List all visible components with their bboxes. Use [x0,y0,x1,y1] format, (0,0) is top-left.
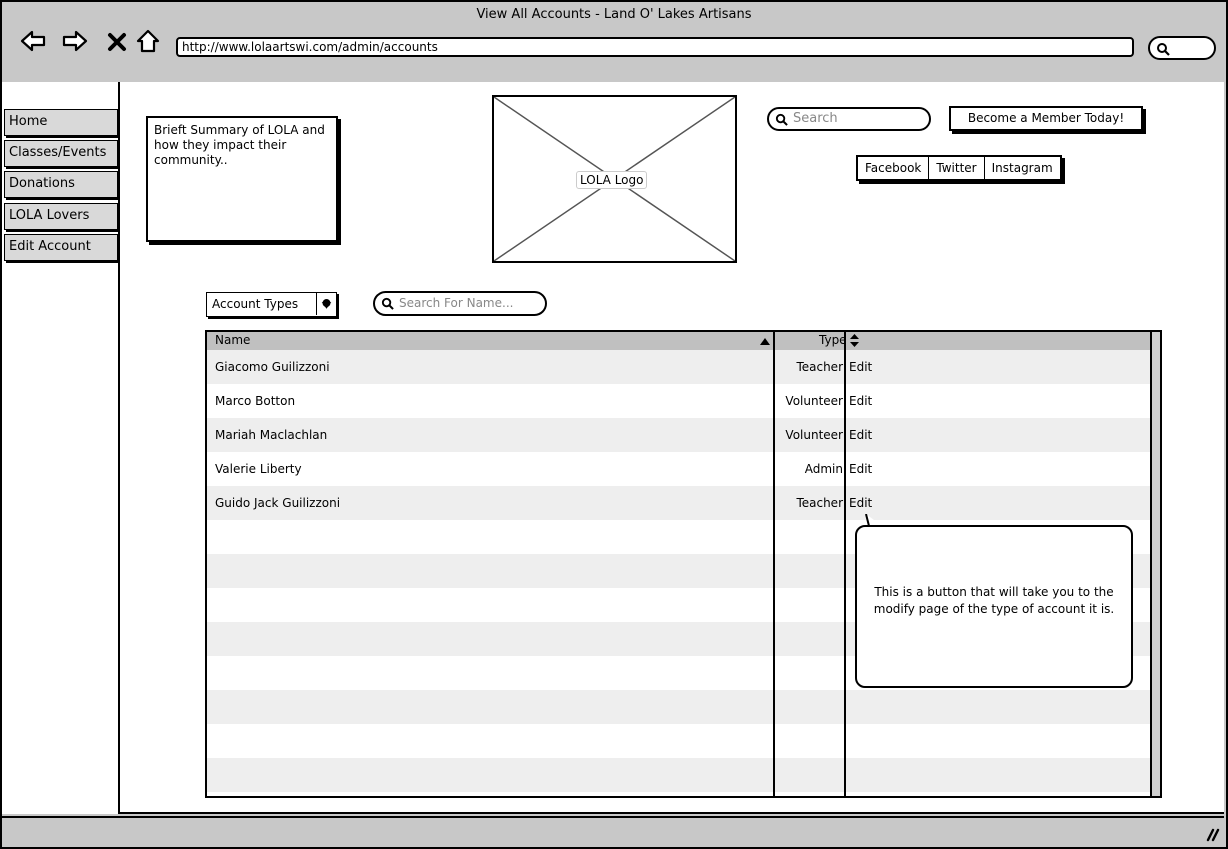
name-search-placeholder: Search For Name... [399,296,514,310]
twitter-button[interactable]: Twitter [929,157,985,179]
account-type: Teacher [796,360,843,374]
stop-icon[interactable] [106,28,128,54]
account-type: Teacher [796,496,843,510]
annotation-callout: This is a button that will take you to t… [855,525,1133,688]
column-divider [844,332,846,796]
home-icon[interactable] [135,28,161,54]
sidebar-item-classes-events[interactable]: Classes/Events [4,140,118,167]
account-name: Valerie Liberty [215,462,302,476]
social-links: Facebook Twitter Instagram [856,155,1062,181]
edit-button[interactable]: Edit [849,452,872,486]
browser-search-button[interactable] [1148,36,1216,60]
become-member-button[interactable]: Become a Member Today! [949,106,1143,131]
callout-text: This is a button that will take you to t… [873,585,1115,616]
sort-ascending-icon[interactable] [760,337,770,345]
edit-button[interactable]: Edit [849,384,872,418]
account-type: Volunteer [785,428,843,442]
logo-placeholder: LOLA Logo [492,95,737,263]
edit-button[interactable]: Edit [849,418,872,452]
account-name: Guido Jack Guilizzoni [215,496,341,510]
search-icon [381,297,394,310]
column-header-name[interactable]: Name [215,332,250,349]
sidebar-item-donations[interactable]: Donations [4,171,118,198]
account-types-dropdown[interactable]: Account Types [206,292,337,317]
chevron-down-icon [316,293,336,315]
table-row: Marco Botton Volunteer Edit [207,384,1160,418]
url-bar[interactable]: http://www.lolaartswi.com/admin/accounts [176,37,1134,57]
logo-label: LOLA Logo [576,171,648,189]
instagram-button[interactable]: Instagram [985,157,1060,179]
edit-button[interactable]: Edit [849,350,872,384]
sidebar-item-home[interactable]: Home [4,109,118,136]
status-bar [2,816,1224,845]
account-name: Marco Botton [215,394,296,408]
window-title: View All Accounts - Land O' Lakes Artisa… [476,7,752,22]
table-row: Valerie Liberty Admin Edit [207,452,1160,486]
account-name: Giacomo Guilizzoni [215,360,330,374]
table-row: Giacomo Guilizzoni Teacher Edit [207,350,1160,384]
facebook-button[interactable]: Facebook [858,157,930,179]
table-row: Guido Jack Guilizzoni Teacher Edit [207,486,1160,520]
search-icon [775,113,788,126]
resize-grip-icon[interactable] [1202,824,1220,842]
table-scrollbar[interactable] [1150,332,1160,796]
account-types-label: Account Types [212,297,299,311]
name-search-input[interactable]: Search For Name... [373,291,547,316]
sidebar-item-edit-account[interactable]: Edit Account [4,234,118,261]
empty-row [207,758,1160,792]
column-header-type[interactable]: Type [819,332,847,349]
account-name: Mariah Maclachlan [215,428,328,442]
sort-toggle-icon[interactable] [850,334,859,347]
empty-row [207,724,1160,758]
account-type: Volunteer [785,394,843,408]
back-arrow-icon[interactable] [20,28,46,54]
table-row: Mariah Maclachlan Volunteer Edit [207,418,1160,452]
account-type: Admin [804,462,843,476]
sidebar-item-lola-lovers[interactable]: LOLA Lovers [4,203,118,230]
summary-text: Brieft Summary of LOLA and how they impa… [146,116,338,242]
forward-arrow-icon[interactable] [62,28,88,54]
site-search-placeholder: Search [793,111,838,126]
search-icon [1157,43,1170,56]
column-divider [773,332,775,796]
table-header: Name Type [207,332,1160,350]
site-search-input[interactable]: Search [767,107,931,131]
empty-row [207,690,1160,724]
